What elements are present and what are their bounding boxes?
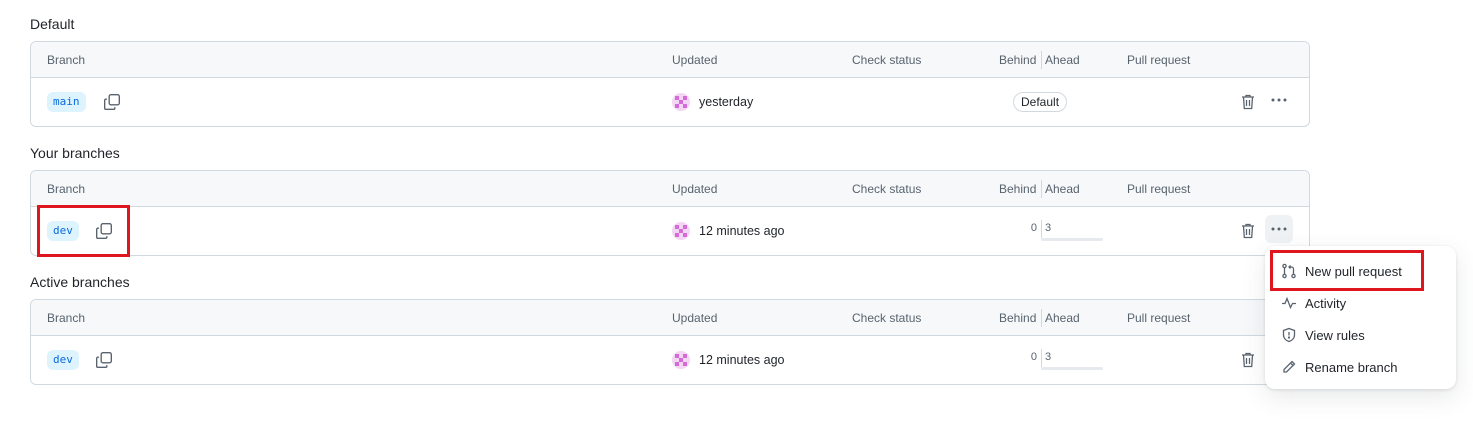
- section-title-active-branches: Active branches: [30, 274, 130, 290]
- table-header: Branch Updated Check status Behind Ahead…: [31, 300, 1309, 336]
- menu-item-label: Rename branch: [1305, 360, 1398, 375]
- ahead-behind-bar: [1041, 367, 1103, 370]
- ahead-count: 3: [1045, 222, 1052, 234]
- table-row: dev 12 minutes ago 0 3: [31, 336, 1309, 384]
- column-header-updated: Updated: [672, 311, 718, 325]
- pencil-icon: [1281, 359, 1297, 375]
- table-row: main yesterday Default: [31, 78, 1309, 126]
- trash-icon[interactable]: [1240, 351, 1256, 369]
- column-divider: [1041, 51, 1042, 69]
- updated-time: 12 minutes ago: [699, 353, 785, 367]
- user-avatar: [672, 222, 690, 240]
- ahead-behind-bar: [1041, 238, 1103, 241]
- copy-icon[interactable]: [95, 351, 113, 369]
- column-header-behind: Behind: [999, 53, 1037, 67]
- section-title-your-branches: Your branches: [30, 145, 120, 161]
- menu-item-activity[interactable]: Activity: [1273, 288, 1448, 318]
- kebab-horizontal-icon[interactable]: [1265, 215, 1293, 243]
- kebab-horizontal-icon[interactable]: [1265, 86, 1293, 114]
- annotation-highlight-new-pull-request: [1270, 250, 1424, 291]
- user-avatar: [672, 351, 690, 369]
- column-header-branch: Branch: [47, 53, 86, 67]
- column-header-behind: Behind: [999, 182, 1037, 196]
- behind-count: 0: [1030, 351, 1037, 363]
- section-title-default: Default: [30, 16, 75, 32]
- column-header-behind: Behind: [999, 311, 1037, 325]
- menu-item-view-rules[interactable]: View rules: [1273, 320, 1448, 350]
- behind-ahead-divider: [1041, 220, 1042, 238]
- column-header-branch: Branch: [47, 182, 86, 196]
- column-header-check-status: Check status: [852, 311, 922, 325]
- column-header-branch: Branch: [47, 311, 86, 325]
- branch-name-link[interactable]: dev: [47, 350, 79, 370]
- column-header-pull-request: Pull request: [1127, 311, 1191, 325]
- ahead-count: 3: [1045, 351, 1052, 363]
- pulse-icon: [1281, 295, 1297, 311]
- annotation-highlight-branch: [37, 205, 130, 257]
- branch-name-link[interactable]: main: [47, 92, 86, 112]
- column-header-updated: Updated: [672, 53, 718, 67]
- menu-item-rename-branch[interactable]: Rename branch: [1273, 352, 1448, 382]
- behind-count: 0: [1030, 222, 1037, 234]
- table-header: Branch Updated Check status Behind Ahead…: [31, 42, 1309, 78]
- column-header-ahead: Ahead: [1045, 53, 1080, 67]
- shield-icon: [1281, 327, 1297, 343]
- column-header-pull-request: Pull request: [1127, 182, 1191, 196]
- menu-item-label: Activity: [1305, 296, 1347, 311]
- column-divider: [1041, 309, 1042, 327]
- branches-table-default: Branch Updated Check status Behind Ahead…: [30, 41, 1310, 127]
- copy-icon[interactable]: [103, 93, 121, 111]
- table-row: dev 12 minutes ago 0 3: [31, 207, 1309, 255]
- column-header-updated: Updated: [672, 182, 718, 196]
- behind-ahead-divider: [1041, 349, 1042, 367]
- column-header-ahead: Ahead: [1045, 182, 1080, 196]
- trash-icon[interactable]: [1240, 222, 1256, 240]
- updated-time: 12 minutes ago: [699, 224, 785, 238]
- branches-table-yours: Branch Updated Check status Behind Ahead…: [30, 170, 1310, 256]
- column-header-check-status: Check status: [852, 182, 922, 196]
- column-header-check-status: Check status: [852, 53, 922, 67]
- user-avatar: [672, 93, 690, 111]
- table-header: Branch Updated Check status Behind Ahead…: [31, 171, 1309, 207]
- trash-icon[interactable]: [1240, 93, 1256, 111]
- default-badge: Default: [1013, 92, 1068, 112]
- column-header-ahead: Ahead: [1045, 311, 1080, 325]
- column-header-pull-request: Pull request: [1127, 53, 1191, 67]
- column-divider: [1041, 180, 1042, 198]
- branches-table-active: Branch Updated Check status Behind Ahead…: [30, 299, 1310, 385]
- updated-time: yesterday: [699, 95, 754, 109]
- menu-item-label: View rules: [1305, 328, 1365, 343]
